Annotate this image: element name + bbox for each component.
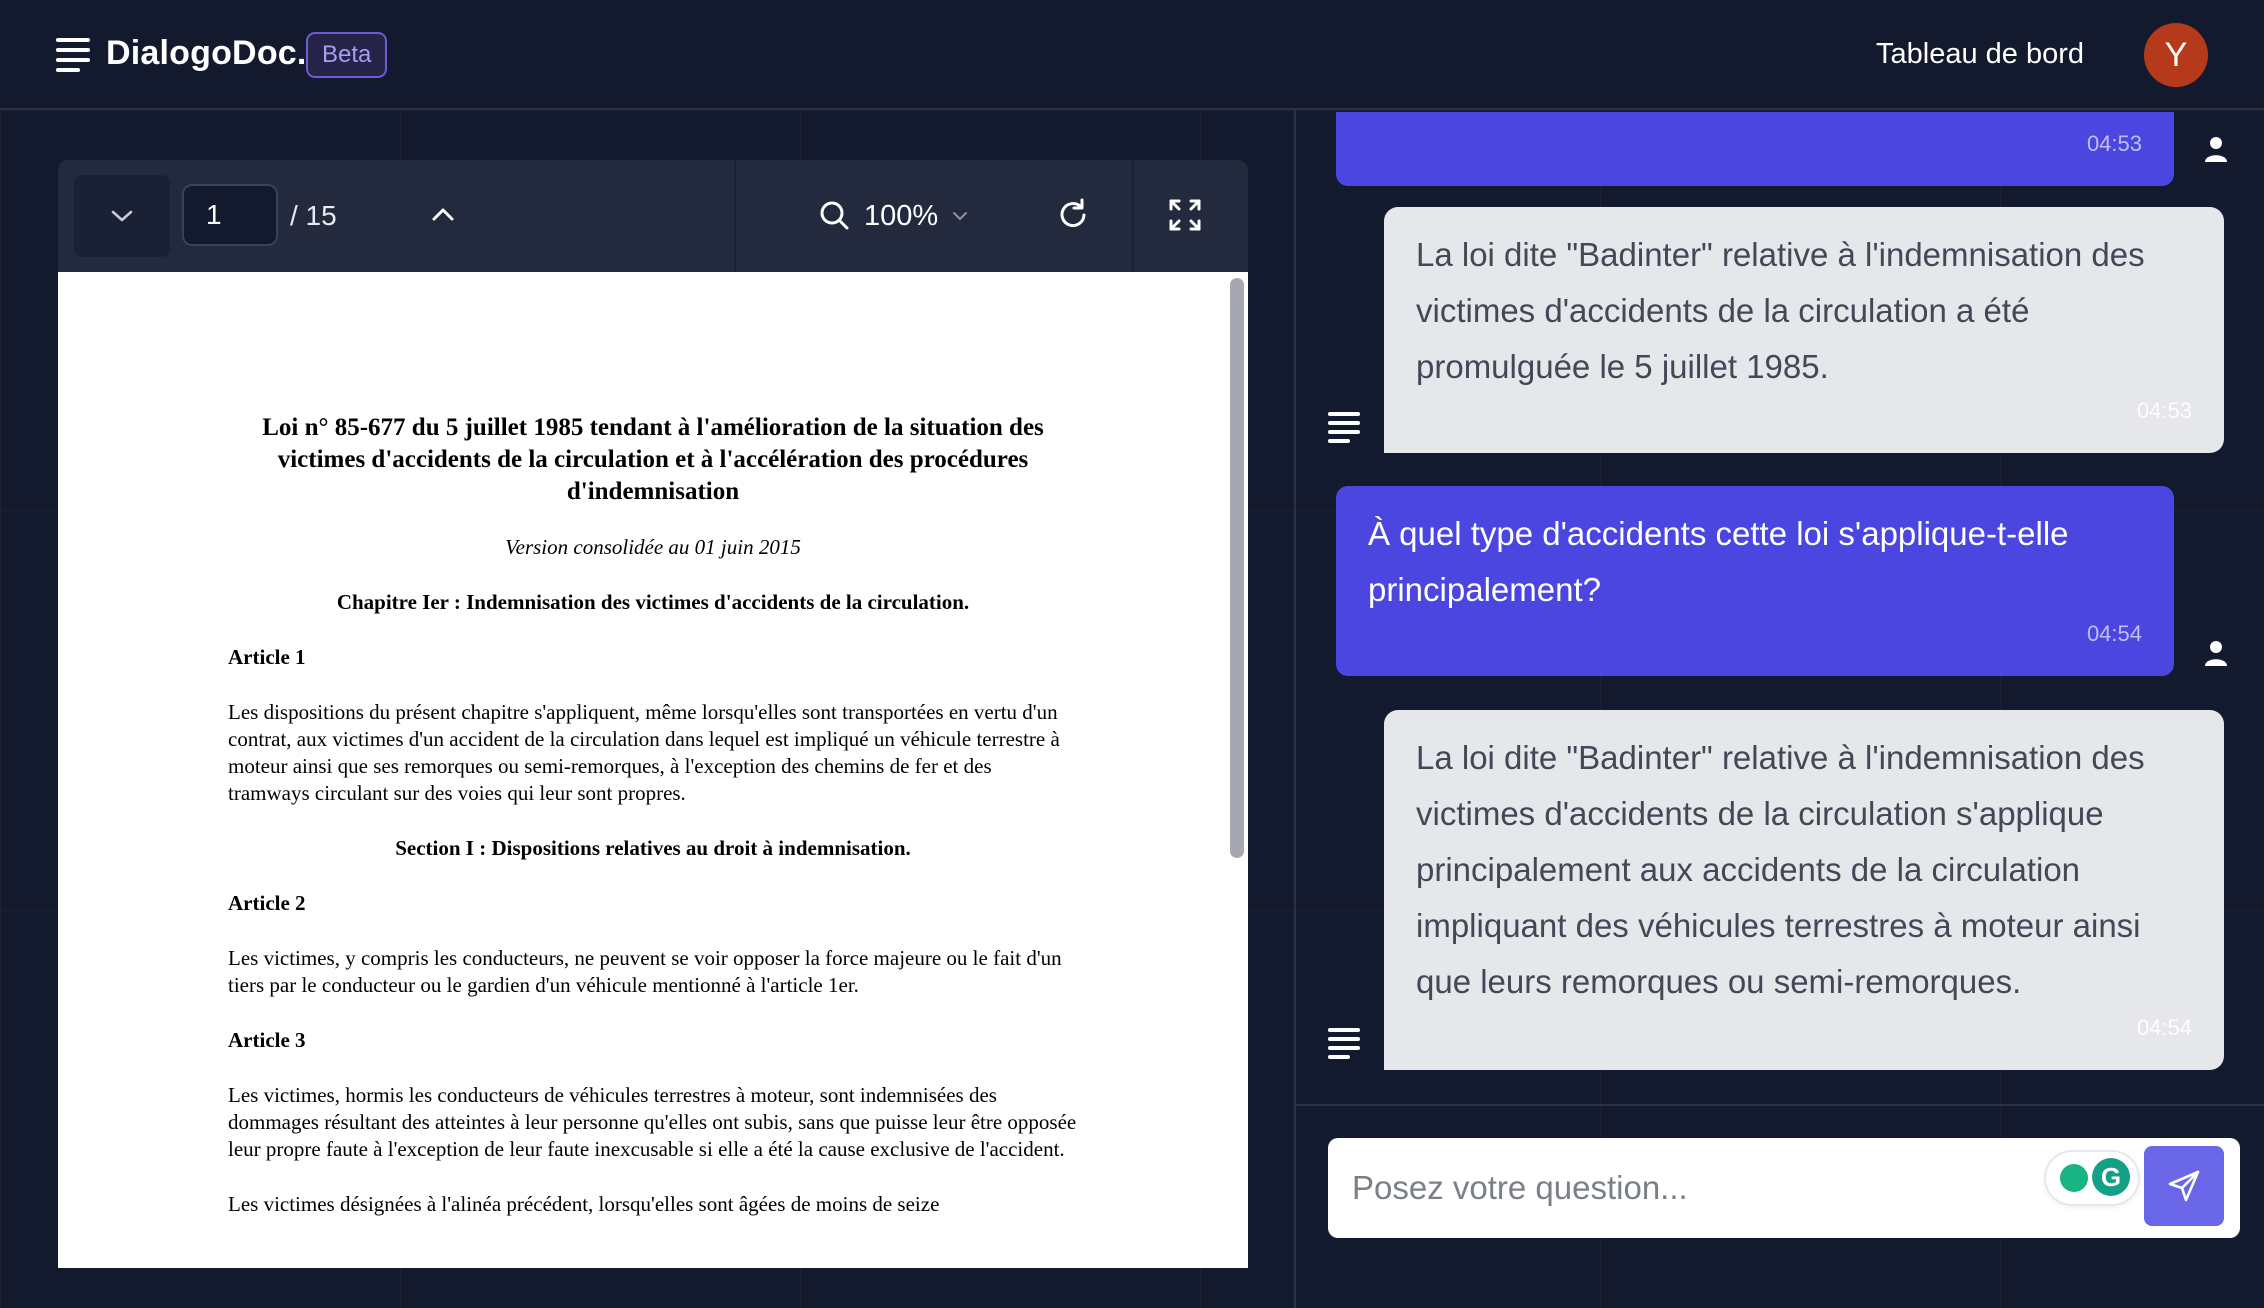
assistant-bulb-icon [2060,1164,2088,1192]
dashboard-link[interactable]: Tableau de bord [1876,38,2084,71]
article-text: Les victimes, y compris les conducteurs,… [228,946,1062,997]
logo-lines-icon [56,38,90,72]
next-page-button[interactable] [426,198,460,232]
pdf-toolbar: / 15 100% [58,160,1248,272]
zoom-level: 100% [864,199,939,232]
chapter-heading: Chapitre Ier : Indemnisation des victime… [336,590,970,614]
search-icon [820,201,849,230]
top-header: DialogoDoc. Beta Tableau de bord Y [0,0,2264,110]
message-time: 04:54 [2086,621,2142,646]
assistant-icon [1328,412,1360,446]
message-time: 04:54 [2136,1015,2192,1040]
pdf-viewer: / 15 100% Loi n° [58,160,1248,1268]
question-input[interactable] [1352,1158,2012,1218]
document-title: Loi n° 85-677 du 5 juillet 1985 tendant … [262,414,1044,505]
user-icon [2205,137,2227,162]
toolbar-divider [734,160,736,272]
pdf-page: Loi n° 85-677 du 5 juillet 1985 tendant … [58,272,1248,1268]
pdf-scrollbar[interactable] [1230,278,1244,858]
message-time: 04:53 [2136,398,2192,423]
article-heading: Article 1 [228,645,306,669]
send-icon [2168,1170,2200,1202]
chevron-down-icon [953,212,968,221]
zoom-control[interactable]: 100% [818,196,968,236]
beta-badge: Beta [306,32,388,78]
message-text: La loi dite "Badinter" relative à l'inde… [1416,236,2145,385]
user-icon [2205,641,2227,666]
previous-page-button[interactable] [74,175,170,257]
chat-messages: 04:53 La loi dite "Badinter" relative à … [1296,112,2264,1104]
toolbar-divider [1132,160,1134,272]
assistant-icon [1328,1028,1360,1062]
chevron-up-icon [432,208,454,221]
page-total: / 15 [290,200,337,231]
input-divider [1296,1104,2264,1106]
article-heading: Article 3 [228,1028,306,1052]
message-text: La loi dite "Badinter" relative à l'inde… [1416,739,2145,1000]
question-input-container: G [1328,1138,2240,1238]
article-heading: Article 2 [228,891,306,915]
user-message: À quel type d'accidents cette loi s'appl… [1336,486,2174,676]
section-heading: Section I : Dispositions relatives au dr… [395,836,911,860]
document-content: Loi n° 85-677 du 5 juillet 1985 tendant … [228,412,1078,1218]
page-number-input[interactable] [182,184,278,246]
article-text: Les dispositions du présent chapitre s'a… [228,700,1060,805]
assistant-message: La loi dite "Badinter" relative à l'inde… [1384,207,2224,453]
assistant-message: La loi dite "Badinter" relative à l'inde… [1384,710,2224,1070]
user-avatar[interactable]: Y [2144,23,2208,87]
grammar-extension-badge[interactable]: G [2046,1152,2138,1204]
brand-name[interactable]: DialogoDoc. [106,34,307,73]
send-button[interactable] [2144,1146,2224,1226]
chevron-down-icon [111,210,133,222]
user-message: 04:53 [1336,112,2174,186]
article-text: Les victimes, hormis les conducteurs de … [228,1083,1077,1161]
refresh-icon [1060,198,1086,228]
fullscreen-button[interactable] [1166,196,1204,234]
rotate-button[interactable] [1054,196,1092,234]
grammarly-icon: G [2092,1158,2130,1196]
document-version: Version consolidée au 01 juin 2015 [505,535,801,559]
message-text: À quel type d'accidents cette loi s'appl… [1368,515,2069,608]
message-time: 04:53 [2086,131,2142,156]
fullscreen-icon [1169,199,1201,231]
article-text: Les victimes désignées à l'alinéa précéd… [228,1192,940,1216]
